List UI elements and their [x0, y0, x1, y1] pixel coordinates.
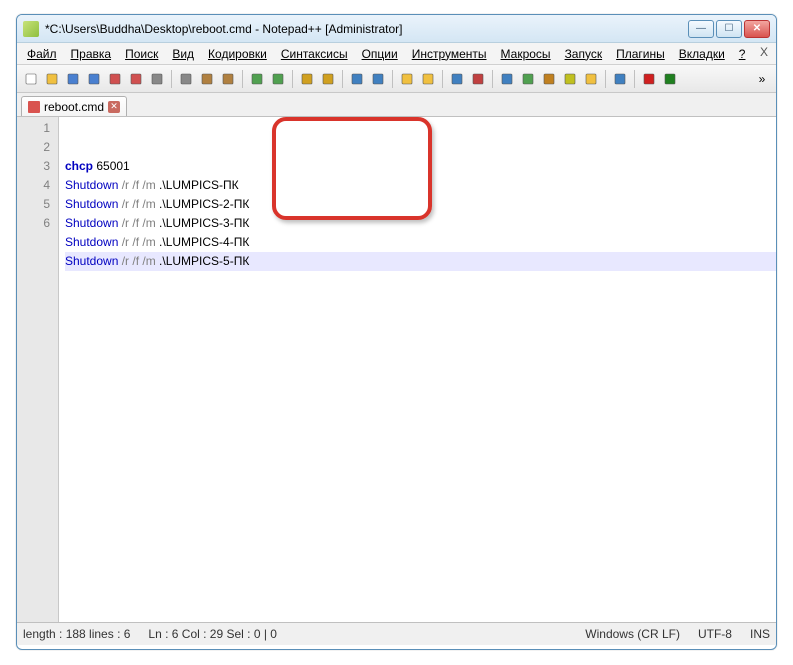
- tab-label: reboot.cmd: [44, 100, 104, 114]
- menu-edit[interactable]: Правка: [65, 45, 118, 63]
- new-file-icon[interactable]: [21, 69, 41, 89]
- document-tab[interactable]: reboot.cmd ✕: [21, 96, 127, 116]
- toolbar-separator: [605, 70, 606, 88]
- status-position: Ln : 6 Col : 29 Sel : 0 | 0: [148, 627, 277, 641]
- toolbar-separator: [292, 70, 293, 88]
- line-number: 1: [17, 119, 50, 138]
- code-line[interactable]: Shutdown /r /f /m .\LUMPICS-2-ПК: [65, 195, 776, 214]
- save-icon[interactable]: [63, 69, 83, 89]
- app-window: *C:\Users\Buddha\Desktop\reboot.cmd - No…: [16, 14, 777, 650]
- zoom-in-icon[interactable]: [347, 69, 367, 89]
- play-icon[interactable]: [660, 69, 680, 89]
- code-line[interactable]: Shutdown /r /f /m .\LUMPICS-5-ПК: [65, 252, 776, 271]
- minimize-button[interactable]: —: [688, 20, 714, 38]
- menu-macros[interactable]: Макросы: [495, 45, 557, 63]
- status-length: length : 188 lines : 6: [23, 627, 130, 641]
- cut-icon[interactable]: [176, 69, 196, 89]
- replace-icon[interactable]: [318, 69, 338, 89]
- wrap-icon[interactable]: [447, 69, 467, 89]
- line-number: 5: [17, 195, 50, 214]
- titlebar: *C:\Users\Buddha\Desktop\reboot.cmd - No…: [17, 15, 776, 43]
- folder-icon[interactable]: [581, 69, 601, 89]
- zoom-out-icon[interactable]: [368, 69, 388, 89]
- toolbar-separator: [634, 70, 635, 88]
- toolbar-separator: [492, 70, 493, 88]
- menubar: Файл Правка Поиск Вид Кодировки Синтакси…: [17, 43, 776, 65]
- redo-icon[interactable]: [268, 69, 288, 89]
- close-button[interactable]: ✕: [744, 20, 770, 38]
- tabbar: reboot.cmd ✕: [17, 93, 776, 117]
- app-icon: [23, 21, 39, 37]
- print-icon[interactable]: [147, 69, 167, 89]
- code-line[interactable]: chcp 65001: [65, 157, 776, 176]
- tab-close-icon[interactable]: ✕: [108, 101, 120, 113]
- window-title: *C:\Users\Buddha\Desktop\reboot.cmd - No…: [45, 22, 688, 36]
- doc-map-icon[interactable]: [539, 69, 559, 89]
- status-eol: Windows (CR LF): [585, 627, 680, 641]
- menu-view[interactable]: Вид: [166, 45, 200, 63]
- lang-icon[interactable]: [518, 69, 538, 89]
- toolbar-overflow-icon[interactable]: »: [752, 69, 772, 89]
- toolbar-separator: [171, 70, 172, 88]
- func-list-icon[interactable]: [560, 69, 580, 89]
- sync-h-icon[interactable]: [418, 69, 438, 89]
- status-insert-mode: INS: [750, 627, 770, 641]
- show-all-icon[interactable]: [468, 69, 488, 89]
- close-file-icon[interactable]: [105, 69, 125, 89]
- line-number: 4: [17, 176, 50, 195]
- code-line[interactable]: Shutdown /r /f /m .\LUMPICS-4-ПК: [65, 233, 776, 252]
- indent-guide-icon[interactable]: [497, 69, 517, 89]
- monitor-icon[interactable]: [610, 69, 630, 89]
- menu-search[interactable]: Поиск: [119, 45, 164, 63]
- menu-options[interactable]: Опции: [356, 45, 404, 63]
- statusbar: length : 188 lines : 6 Ln : 6 Col : 29 S…: [17, 623, 776, 645]
- toolbar-separator: [442, 70, 443, 88]
- save-all-icon[interactable]: [84, 69, 104, 89]
- status-encoding: UTF-8: [698, 627, 732, 641]
- menu-help[interactable]: ?: [733, 45, 752, 63]
- line-number: 3: [17, 157, 50, 176]
- toolbar-separator: [242, 70, 243, 88]
- sync-v-icon[interactable]: [397, 69, 417, 89]
- line-number: 2: [17, 138, 50, 157]
- paste-icon[interactable]: [218, 69, 238, 89]
- menu-syntax[interactable]: Синтаксисы: [275, 45, 354, 63]
- code-area[interactable]: chcp 65001Shutdown /r /f /m .\LUMPICS-ПК…: [59, 117, 776, 622]
- menu-tools[interactable]: Инструменты: [406, 45, 493, 63]
- menu-tabs[interactable]: Вкладки: [673, 45, 731, 63]
- menu-file[interactable]: Файл: [21, 45, 63, 63]
- code-line[interactable]: Shutdown /r /f /m .\LUMPICS-3-ПК: [65, 214, 776, 233]
- toolbar-separator: [392, 70, 393, 88]
- menu-encoding[interactable]: Кодировки: [202, 45, 273, 63]
- copy-icon[interactable]: [197, 69, 217, 89]
- close-all-icon[interactable]: [126, 69, 146, 89]
- find-icon[interactable]: [297, 69, 317, 89]
- open-file-icon[interactable]: [42, 69, 62, 89]
- toolbar-separator: [342, 70, 343, 88]
- record-icon[interactable]: [639, 69, 659, 89]
- maximize-button[interactable]: ☐: [716, 20, 742, 38]
- menu-run[interactable]: Запуск: [559, 45, 609, 63]
- toolbar: »: [17, 65, 776, 93]
- line-number: 6: [17, 214, 50, 233]
- window-controls: — ☐ ✕: [688, 20, 770, 38]
- menubar-close-x[interactable]: X: [760, 45, 768, 59]
- undo-icon[interactable]: [247, 69, 267, 89]
- menu-plugins[interactable]: Плагины: [610, 45, 671, 63]
- editor[interactable]: 123456 chcp 65001Shutdown /r /f /m .\LUM…: [17, 117, 776, 623]
- code-line[interactable]: Shutdown /r /f /m .\LUMPICS-ПК: [65, 176, 776, 195]
- file-icon: [28, 101, 40, 113]
- line-gutter: 123456: [17, 117, 59, 622]
